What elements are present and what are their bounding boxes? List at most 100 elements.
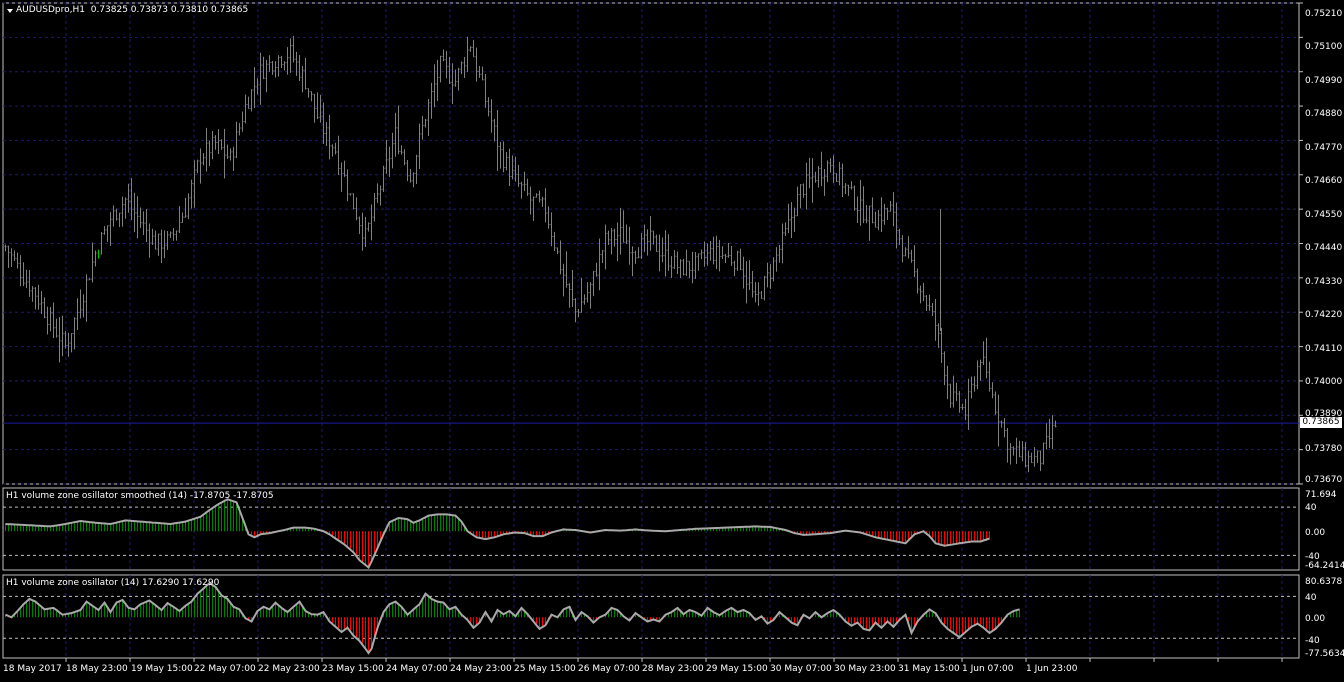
price-bar bbox=[1042, 442, 1045, 465]
price-bar bbox=[931, 303, 934, 316]
price-bar bbox=[34, 287, 37, 310]
price-bar bbox=[757, 282, 760, 306]
price-bar bbox=[571, 269, 574, 307]
price-bar bbox=[31, 286, 34, 302]
price-bar bbox=[946, 365, 949, 400]
price-bar bbox=[691, 251, 694, 284]
price-bar bbox=[751, 270, 754, 298]
price-bar bbox=[43, 297, 46, 319]
time-tick: 23 May 15:00 bbox=[322, 664, 384, 674]
price-bar bbox=[967, 378, 970, 430]
price-bar bbox=[856, 196, 859, 224]
price-bar bbox=[103, 226, 106, 235]
price-bar bbox=[916, 268, 919, 294]
price-bar bbox=[424, 119, 427, 128]
price-bar bbox=[334, 142, 337, 155]
price-bar bbox=[976, 360, 979, 390]
price-bar bbox=[1030, 452, 1033, 464]
osc2-signal-line bbox=[5, 581, 1020, 655]
price-bar bbox=[643, 224, 646, 253]
price-bar bbox=[145, 208, 148, 242]
price-bar bbox=[154, 230, 157, 250]
price-bar bbox=[586, 282, 589, 303]
price-bar bbox=[853, 185, 856, 211]
price-bar bbox=[736, 250, 739, 271]
price-bar bbox=[286, 47, 289, 75]
time-tick: 18 May 2017 bbox=[3, 664, 62, 674]
price-bar bbox=[991, 382, 994, 399]
price-bar bbox=[352, 193, 355, 210]
price-bar bbox=[304, 57, 307, 90]
price-bar bbox=[958, 391, 961, 413]
price-bar bbox=[862, 186, 865, 224]
osc2-tick: -77.5634 bbox=[1305, 649, 1344, 659]
price-bar bbox=[76, 298, 79, 331]
osc2-tick: 80.6378 bbox=[1305, 577, 1343, 587]
price-bar bbox=[502, 141, 505, 173]
price-bar bbox=[250, 89, 253, 112]
price-tick: 0.74770 bbox=[1305, 143, 1343, 153]
dropdown-triangle-icon[interactable] bbox=[7, 9, 13, 13]
price-bar bbox=[181, 212, 184, 223]
price-bar bbox=[475, 47, 478, 82]
price-bar bbox=[715, 235, 718, 270]
price-bar bbox=[133, 192, 136, 233]
price-bar bbox=[124, 197, 127, 219]
price-bar bbox=[823, 169, 826, 196]
price-bar bbox=[445, 50, 448, 79]
price-bar bbox=[847, 184, 850, 196]
time-tick: 28 May 23:00 bbox=[642, 664, 704, 674]
price-bar bbox=[748, 260, 751, 290]
price-bar bbox=[673, 250, 676, 270]
price-bar bbox=[469, 46, 472, 52]
price-bar bbox=[40, 291, 43, 315]
price-bar bbox=[307, 88, 310, 98]
price-bar bbox=[373, 192, 376, 222]
price-bar bbox=[280, 55, 283, 69]
price-tick: 0.73670 bbox=[1305, 475, 1343, 485]
price-bar bbox=[349, 193, 352, 196]
price-bar bbox=[91, 242, 94, 283]
price-bar bbox=[247, 96, 250, 110]
price-bar bbox=[397, 105, 400, 155]
price-bar bbox=[652, 230, 655, 245]
price-bar bbox=[883, 203, 886, 225]
price-bar bbox=[1012, 446, 1015, 456]
price-bar bbox=[184, 197, 187, 218]
price-bar bbox=[952, 375, 955, 408]
price-bar bbox=[7, 245, 10, 268]
price-bar bbox=[775, 247, 778, 272]
price-bar bbox=[580, 278, 583, 313]
price-bar bbox=[457, 67, 460, 91]
price-bar bbox=[982, 341, 985, 366]
time-tick: 30 May 23:00 bbox=[834, 664, 896, 674]
price-bar bbox=[262, 56, 265, 80]
price-bar bbox=[553, 231, 556, 252]
price-bar bbox=[898, 228, 901, 246]
price-tick: 0.75100 bbox=[1305, 42, 1343, 52]
time-tick: 31 May 15:00 bbox=[898, 664, 960, 674]
price-bar bbox=[985, 337, 988, 379]
price-bar bbox=[808, 157, 811, 189]
price-bar bbox=[511, 155, 514, 180]
price-tick: 0.74000 bbox=[1305, 377, 1343, 387]
price-tick: 0.74440 bbox=[1305, 243, 1343, 253]
price-bar bbox=[430, 82, 433, 119]
price-bar bbox=[700, 249, 703, 260]
osc2-tick: 0.00 bbox=[1305, 614, 1326, 624]
price-bar bbox=[637, 247, 640, 259]
price-bar bbox=[88, 278, 91, 281]
price-bar bbox=[814, 171, 817, 183]
price-bar bbox=[358, 216, 361, 234]
price-bar bbox=[28, 270, 31, 298]
price-bar bbox=[283, 61, 286, 71]
price-bar bbox=[889, 200, 892, 212]
price-bar bbox=[52, 302, 55, 339]
price-bar bbox=[901, 235, 904, 263]
price-bar bbox=[118, 212, 121, 228]
price-bar bbox=[679, 259, 682, 279]
price-bar bbox=[979, 359, 982, 381]
price-bar bbox=[298, 54, 301, 82]
price-bar bbox=[1018, 440, 1021, 458]
price-bar bbox=[910, 249, 913, 263]
